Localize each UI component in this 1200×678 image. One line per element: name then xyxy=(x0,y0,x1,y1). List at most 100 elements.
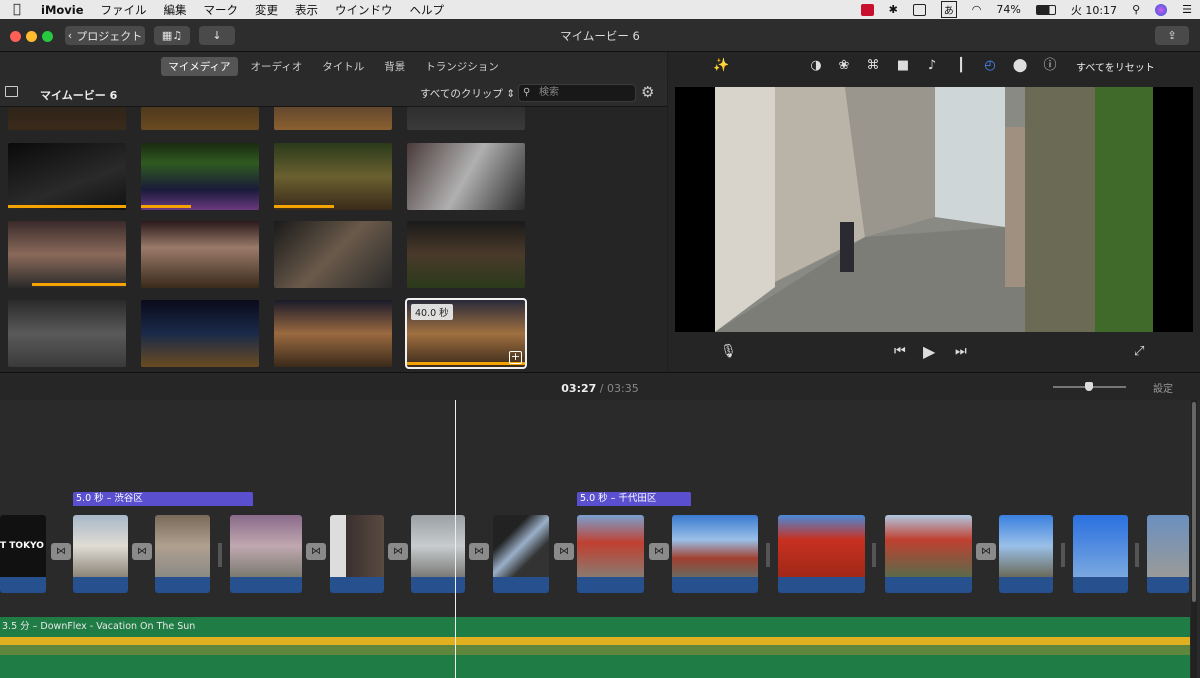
bluetooth-icon[interactable]: ✱ xyxy=(889,3,898,16)
stabilization-camera-icon[interactable]: ■ xyxy=(895,58,911,74)
clip-filter-select[interactable]: すべてのクリップ ⇕ xyxy=(420,86,515,101)
scrollbar-thumb[interactable] xyxy=(1192,402,1196,602)
menu-imovie[interactable]: iMovie xyxy=(41,3,84,17)
timeline-scrollbar[interactable] xyxy=(1191,400,1197,678)
skip-forward-icon[interactable]: ⏭ xyxy=(955,344,967,359)
sidebar-toggle-icon[interactable] xyxy=(5,86,18,97)
reset-all-button[interactable]: すべてをリセット xyxy=(1076,59,1155,74)
timeline-clip[interactable] xyxy=(493,515,549,593)
media-clip-selected[interactable]: 40.0 秒 + xyxy=(405,298,527,369)
search-icon: ⚲ xyxy=(523,87,531,98)
clip-filter-icon[interactable]: ⬤ xyxy=(1012,58,1028,74)
media-clip[interactable] xyxy=(8,221,126,288)
share-icon: ⇪ xyxy=(1167,29,1177,42)
tab-transitions[interactable]: トランジション xyxy=(418,57,506,76)
menu-window[interactable]: ウインドウ xyxy=(335,2,393,18)
timeline-clip[interactable]: ☇ xyxy=(155,515,210,593)
security-shield-icon[interactable] xyxy=(860,3,874,16)
menu-help[interactable]: ヘルプ xyxy=(410,2,445,18)
menu-edit[interactable]: 編集 xyxy=(164,2,187,18)
timeline-clip[interactable] xyxy=(73,515,128,593)
timeline[interactable]: 5.0 秒 – 渋谷区 5.0 秒 – 千代田区 T TOKYO T ⋈ ⋈ ☇… xyxy=(0,400,1200,678)
add-clip-icon[interactable]: + xyxy=(509,351,522,364)
media-clip[interactable] xyxy=(274,300,392,367)
clock[interactable]: 火 10:17 xyxy=(1071,2,1117,18)
volume-icon[interactable]: ♪ xyxy=(924,58,940,74)
title-label-chiyoda[interactable]: 5.0 秒 – 千代田区 xyxy=(577,492,691,506)
total-time: 03:35 xyxy=(607,382,639,395)
title-label-shibuya[interactable]: 5.0 秒 – 渋谷区 xyxy=(73,492,253,506)
timeline-clip[interactable]: ☇ xyxy=(885,515,972,593)
color-correction-palette-icon[interactable]: ❀ xyxy=(836,58,852,74)
transition-icon[interactable]: ⋈ xyxy=(469,543,489,560)
tab-audio[interactable]: オーディオ xyxy=(244,57,310,76)
media-clip[interactable] xyxy=(141,300,259,367)
input-method-icon[interactable]: あ xyxy=(940,1,957,18)
transition-icon[interactable]: ⋈ xyxy=(649,543,669,560)
voiceover-microphone-icon[interactable]: 🎙 xyxy=(720,344,737,359)
timeline-clip[interactable] xyxy=(1073,515,1128,593)
playhead[interactable] xyxy=(455,400,456,678)
media-clip[interactable] xyxy=(141,107,259,130)
transition-icon[interactable]: ⋈ xyxy=(132,543,152,560)
media-clip[interactable] xyxy=(274,221,392,288)
menu-view[interactable]: 表示 xyxy=(295,2,318,18)
spotlight-search-icon[interactable]: ⚲ xyxy=(1132,3,1140,16)
timeline-clip[interactable]: ☇ xyxy=(577,515,644,593)
crop-icon[interactable]: ⌘ xyxy=(865,58,881,74)
siri-icon[interactable] xyxy=(1155,3,1168,16)
zoom-slider[interactable] xyxy=(1053,382,1126,391)
timeline-clip[interactable]: ☇ xyxy=(999,515,1053,593)
settings-gear-icon[interactable]: ⚙ xyxy=(641,83,654,101)
transition-icon[interactable]: ⋈ xyxy=(976,543,996,560)
skip-back-icon[interactable]: ⏮ xyxy=(894,344,906,359)
tab-backgrounds[interactable]: 背景 xyxy=(377,57,412,76)
enhance-wand-icon[interactable]: ✨ xyxy=(713,58,729,74)
media-clip[interactable] xyxy=(407,143,525,210)
share-button[interactable]: ⇪ xyxy=(1155,26,1189,45)
tab-titles[interactable]: タイトル xyxy=(315,57,371,76)
media-clip[interactable] xyxy=(141,221,259,288)
timeline-clip[interactable]: ☇ xyxy=(1147,515,1189,593)
music-track[interactable]: 3.5 分 – DownFlex - Vacation On The Sun xyxy=(0,617,1190,678)
battery-percent[interactable]: 74% xyxy=(996,3,1020,16)
media-clip[interactable] xyxy=(274,143,392,210)
search-input[interactable]: ⚲ 検索 xyxy=(518,84,636,102)
media-clip[interactable] xyxy=(407,221,525,288)
tab-my-media[interactable]: マイメディア xyxy=(161,56,238,76)
clip-divider xyxy=(766,543,770,567)
battery-icon[interactable] xyxy=(1035,4,1056,15)
noise-reduction-equalizer-icon[interactable]: ┃ xyxy=(953,58,969,74)
library-title: マイムービー 6 xyxy=(40,89,118,102)
timeline-clip[interactable] xyxy=(330,515,384,593)
wifi-icon[interactable]: ◠ xyxy=(972,3,982,16)
media-clip[interactable] xyxy=(141,143,259,210)
timeline-clip[interactable]: ☇ xyxy=(672,515,758,593)
timeline-clip[interactable]: T TOKYO T xyxy=(0,515,46,593)
media-clip[interactable] xyxy=(407,107,525,130)
notification-center-icon[interactable]: ☰ xyxy=(1182,3,1192,16)
menu-mark[interactable]: マーク xyxy=(204,2,239,18)
fullscreen-icon[interactable]: ⤢ xyxy=(1134,344,1144,359)
color-balance-icon[interactable]: ◑ xyxy=(808,58,824,74)
media-clip[interactable] xyxy=(274,107,392,130)
play-button[interactable]: ▶ xyxy=(923,342,935,361)
media-clip[interactable] xyxy=(8,107,126,130)
zoom-slider-knob[interactable] xyxy=(1085,382,1093,391)
timeline-clip[interactable]: ☇ xyxy=(411,515,465,593)
menu-file[interactable]: ファイル xyxy=(101,2,147,18)
timeline-clip[interactable]: ☇ xyxy=(230,515,302,593)
apple-menu-icon[interactable]:  xyxy=(13,2,29,17)
transition-icon[interactable]: ⋈ xyxy=(554,543,574,560)
transition-icon[interactable]: ⋈ xyxy=(51,543,71,560)
clip-info-icon[interactable]: ⓘ xyxy=(1042,58,1058,74)
menu-modify[interactable]: 変更 xyxy=(255,2,278,18)
speed-gauge-icon[interactable]: ◴ xyxy=(982,58,998,74)
media-clip[interactable] xyxy=(8,300,126,367)
transition-icon[interactable]: ⋈ xyxy=(388,543,408,560)
transition-icon[interactable]: ⋈ xyxy=(306,543,326,560)
timeline-settings-button[interactable]: 設定 xyxy=(1153,380,1173,395)
media-clip[interactable] xyxy=(8,143,126,210)
timeline-clip[interactable] xyxy=(778,515,865,593)
airplay-icon[interactable] xyxy=(912,3,926,16)
